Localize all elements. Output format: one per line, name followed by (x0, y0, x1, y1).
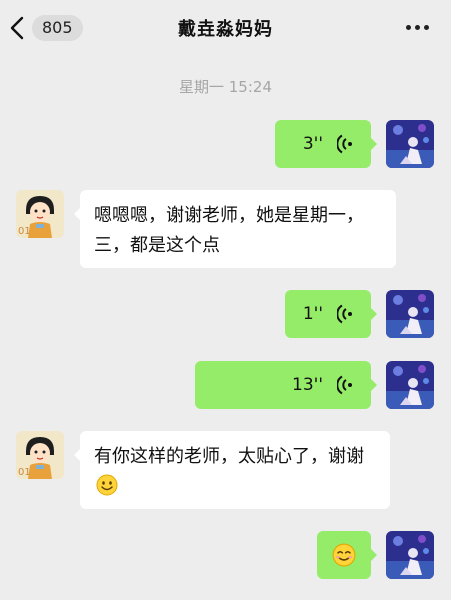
self-avatar[interactable] (386, 531, 434, 579)
chat-title: 戴垚淼妈妈 (178, 19, 273, 40)
voice-wave-icon (337, 375, 353, 395)
message-text-wrap: 有你这样的老师，太贴心了，谢谢 (80, 431, 390, 513)
self-avatar[interactable] (386, 290, 434, 338)
voice-duration: 13'' (292, 375, 323, 395)
voice-message-bubble[interactable]: 13'' (195, 361, 377, 409)
more-dot (424, 25, 429, 30)
message-text: 有你这样的老师，太贴心了，谢谢 (94, 446, 364, 467)
voice-duration: 1'' (302, 304, 323, 324)
svg-text:01: 01 (18, 226, 31, 237)
contact-avatar[interactable]: 01 (16, 431, 64, 479)
more-dot (415, 25, 420, 30)
emoji-message-bubble[interactable] (317, 531, 377, 579)
message-text: 嗯嗯嗯，谢谢老师，她是星期一，三，都是这个点 (94, 205, 364, 256)
message-timestamp: 星期一 15:24 (179, 78, 272, 96)
text-message-bubble[interactable]: 嗯嗯嗯，谢谢老师，她是星期一，三，都是这个点 (74, 190, 396, 268)
chat-header: 805 戴垚淼妈妈 (0, 0, 451, 56)
text-message-bubble[interactable]: 有你这样的老师，太贴心了，谢谢 (74, 431, 390, 509)
more-options-button[interactable] (406, 25, 429, 30)
smile-emoji-icon (96, 474, 118, 496)
more-dots-icon (406, 25, 411, 30)
voice-wave-icon (337, 304, 353, 324)
smile-emoji-icon (332, 543, 356, 571)
voice-message-bubble[interactable]: 3'' (275, 120, 377, 168)
self-avatar[interactable] (386, 361, 434, 409)
voice-message-bubble[interactable]: 1'' (285, 290, 377, 338)
svg-text:01: 01 (18, 467, 31, 478)
self-avatar[interactable] (386, 120, 434, 168)
voice-wave-icon (337, 134, 353, 154)
contact-avatar[interactable]: 01 (16, 190, 64, 238)
voice-duration: 3'' (302, 134, 323, 154)
